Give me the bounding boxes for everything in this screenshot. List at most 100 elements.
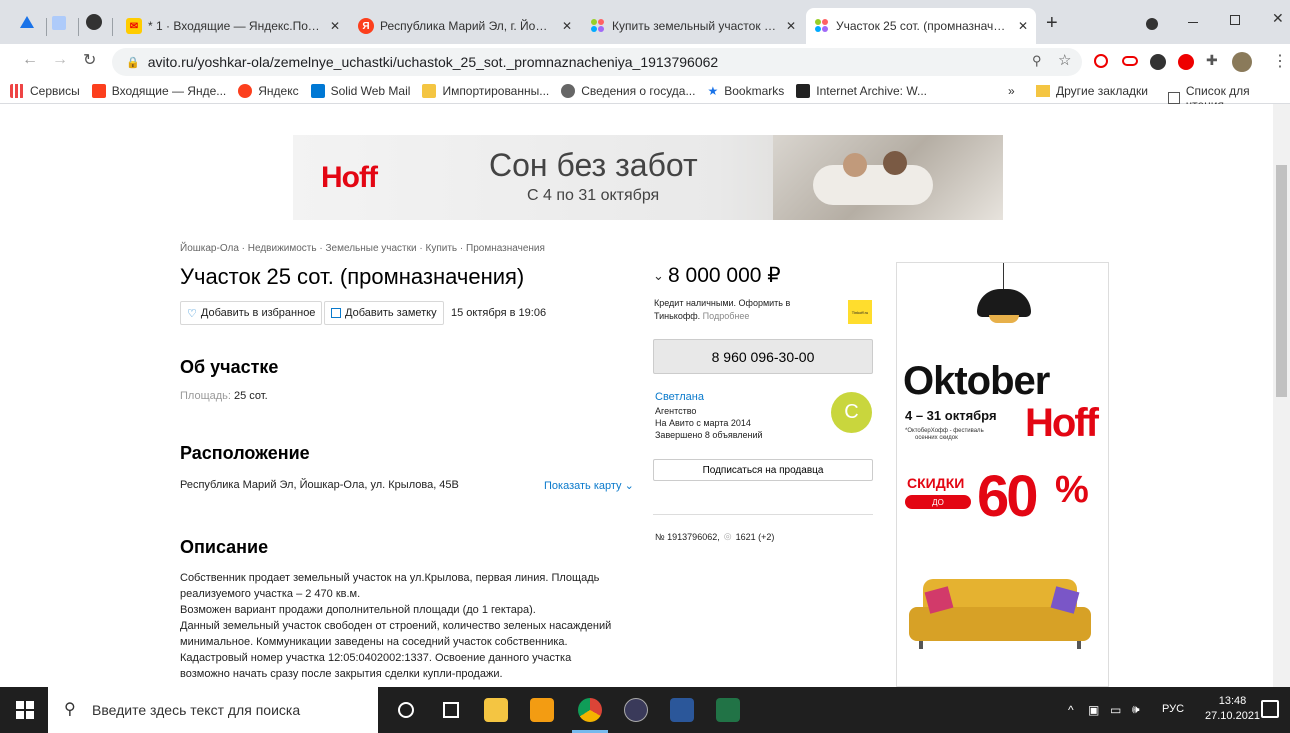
tab-avito-listing[interactable]: Участок 25 сот. (промназначени ✕ xyxy=(806,8,1036,44)
reload-icon[interactable]: ↻ xyxy=(83,50,96,70)
clock[interactable]: 13:48 27.10.2021 xyxy=(1205,694,1260,724)
address-bar[interactable]: 🔒 avito.ru/yoshkar-ola/zemelnye_uchastki… xyxy=(112,48,1082,76)
eye-icon: ◎ xyxy=(723,531,732,541)
excel-icon[interactable] xyxy=(716,698,740,722)
ad-sale-value: 60 xyxy=(977,464,1038,529)
ad-brand: Hoff xyxy=(1025,401,1099,445)
bookmarks-overflow-button[interactable]: » xyxy=(1008,84,1015,98)
extension-red-icon[interactable] xyxy=(1094,54,1108,68)
breadcrumb-item[interactable]: Купить xyxy=(426,243,458,254)
tray-display-icon[interactable]: ▭ xyxy=(1110,703,1121,717)
price: 8 000 000 ₽ xyxy=(668,264,781,287)
cortana-icon[interactable] xyxy=(398,702,414,718)
area-value: 25 сот. xyxy=(234,390,268,402)
bookmark-yandex[interactable]: Яндекс xyxy=(238,83,299,98)
pinned-tab-docs-icon[interactable] xyxy=(52,16,66,30)
hoff-top-banner[interactable]: Hoff Сон без забот С 4 по 31 октября xyxy=(293,135,1003,220)
note-icon xyxy=(331,308,341,318)
subscribe-seller-button[interactable]: Подписаться на продавца xyxy=(653,459,873,481)
avatar[interactable]: С xyxy=(831,392,872,433)
ad-fest: *ОктоберХофф - фестиваль осенних скидок xyxy=(905,428,984,441)
extension-yandex-icon[interactable] xyxy=(1178,54,1194,70)
yandex-icon xyxy=(238,83,253,98)
other-bookmarks[interactable]: Другие закладки xyxy=(1036,84,1148,98)
new-tab-button[interactable]: + xyxy=(1046,12,1058,35)
file-explorer-icon[interactable] xyxy=(484,698,508,722)
chrome-icon[interactable] xyxy=(578,698,602,722)
page-content: Hoff Сон без забот С 4 по 31 октября Йош… xyxy=(0,104,1273,687)
add-to-favorites-button[interactable]: ♡ Добавить в избранное xyxy=(180,301,323,325)
add-note-button[interactable]: Добавить заметку xyxy=(324,301,444,325)
divider xyxy=(653,514,873,515)
scrollbar-thumb[interactable] xyxy=(1276,165,1287,397)
price-dropdown-icon[interactable]: ⌄ xyxy=(653,268,664,284)
window-close-icon[interactable]: ✕ xyxy=(1272,10,1284,27)
task-view-icon[interactable] xyxy=(443,702,459,718)
close-icon[interactable]: ✕ xyxy=(562,19,572,33)
restore-icon[interactable] xyxy=(1230,15,1240,25)
profile-dot-icon[interactable] xyxy=(1146,18,1158,30)
extension-cloud-icon[interactable] xyxy=(1122,56,1138,66)
hoff-side-ad[interactable]: Oktober 4 – 31 октября Hoff *ОктоберХофф… xyxy=(896,262,1109,687)
ad-sale-percent: % xyxy=(1055,469,1089,511)
tab-avito-search[interactable]: Купить земельный участок Про ✕ xyxy=(582,8,804,44)
lock-icon: 🔒 xyxy=(126,56,140,69)
chrome-logo-icon[interactable] xyxy=(18,14,36,30)
chevron-down-icon: ⌄ xyxy=(624,480,634,492)
bookmark-star-icon[interactable]: ☆ xyxy=(1058,51,1071,69)
lamp-image xyxy=(1003,263,1004,291)
tray-network-icon[interactable]: ▣ xyxy=(1088,703,1099,717)
bookmark-bookmarks[interactable]: ★ Bookmarks xyxy=(707,84,784,98)
profile-avatar-icon[interactable] xyxy=(1232,52,1252,72)
close-icon[interactable]: ✕ xyxy=(330,19,340,33)
windows-start-icon[interactable] xyxy=(16,701,34,719)
bookmark-solid-web-mail[interactable]: Solid Web Mail xyxy=(310,83,410,98)
language-indicator[interactable]: РУС xyxy=(1162,703,1184,715)
bookmark-archive[interactable]: Internet Archive: W... xyxy=(796,83,927,98)
bookmark-apps[interactable]: Сервисы xyxy=(10,83,80,98)
menu-kebab-icon[interactable]: ⋮ xyxy=(1272,51,1288,71)
taskbar-search-input[interactable]: ⚲ Введите здесь текст для поиска xyxy=(48,687,378,733)
pinned-tab-github-icon[interactable] xyxy=(86,14,102,30)
heart-icon: ♡ xyxy=(187,307,197,320)
notifications-icon[interactable] xyxy=(1261,700,1279,718)
description-heading: Описание xyxy=(180,537,269,557)
tab-yandex-search[interactable]: Я Республика Марий Эл, г. Йошка ✕ xyxy=(350,8,580,44)
sofa-image xyxy=(909,579,1091,649)
zoom-icon[interactable]: ⚲ xyxy=(1032,53,1042,69)
folder-icon xyxy=(1036,85,1050,97)
close-icon[interactable]: ✕ xyxy=(1018,19,1028,33)
show-phone-button[interactable]: 8 960 096-30-00 xyxy=(653,339,873,374)
about-heading: Об участке xyxy=(180,357,279,377)
search-icon: ⚲ xyxy=(64,701,76,718)
credit-more-link[interactable]: Подробнее xyxy=(703,311,750,321)
minimize-icon[interactable] xyxy=(1188,22,1198,23)
forward-icon[interactable]: → xyxy=(52,51,68,69)
mail-icon: ✉ xyxy=(126,18,142,34)
breadcrumb-item[interactable]: Промназначения xyxy=(466,243,545,254)
breadcrumb-item[interactable]: Йошкар-Ола xyxy=(180,243,239,254)
mail-icon xyxy=(91,83,106,98)
credit-offer[interactable]: Кредит наличными. Оформить в Тинькофф. П… xyxy=(654,297,834,323)
bookmark-imported[interactable]: Импортированны... xyxy=(422,83,549,98)
breadcrumb-item[interactable]: Земельные участки xyxy=(325,243,416,254)
tab-yandex-mail[interactable]: ✉ * 1 · Входящие — Яндекс.Почта ✕ xyxy=(118,8,348,44)
tray-volume-icon[interactable]: 🕪 xyxy=(1132,702,1140,717)
seller-name-link[interactable]: Светлана xyxy=(655,391,704,403)
lamp-icon xyxy=(977,289,1031,317)
bookmark-gov[interactable]: Сведения о госуда... xyxy=(561,83,695,98)
tray-chevron-up-icon[interactable]: ^ xyxy=(1068,703,1074,717)
show-map-link[interactable]: Показать карту ⌄ xyxy=(544,479,634,492)
location-heading: Расположение xyxy=(180,443,310,463)
breadcrumb-item[interactable]: Недвижимость xyxy=(248,243,317,254)
close-icon[interactable]: ✕ xyxy=(786,19,796,33)
word-icon[interactable] xyxy=(670,698,694,722)
bookmark-yandex-mail[interactable]: Входящие — Янде... xyxy=(91,83,226,98)
extensions-puzzle-icon[interactable]: ✚ xyxy=(1206,52,1218,69)
listing-date: 15 октября в 19:06 xyxy=(451,307,547,319)
url-text: avito.ru/yoshkar-ola/zemelnye_uchastki/u… xyxy=(147,54,719,70)
back-icon[interactable]: ← xyxy=(22,51,38,69)
dv-icon[interactable] xyxy=(624,698,648,722)
outlook-icon[interactable] xyxy=(530,698,554,722)
extension-dv-icon[interactable] xyxy=(1150,54,1166,70)
